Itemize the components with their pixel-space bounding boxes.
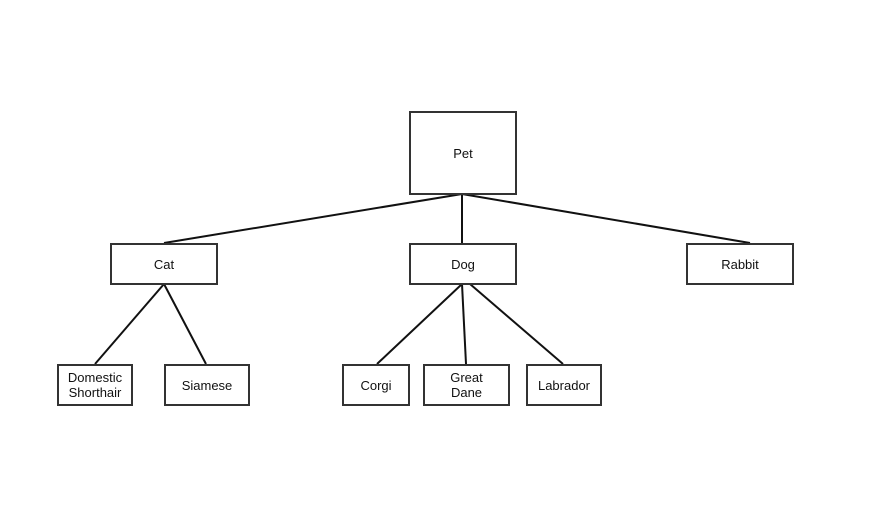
node-pet: Pet: [409, 111, 517, 195]
node-great-dane: Great Dane: [423, 364, 510, 406]
node-label: Domestic Shorthair: [67, 370, 123, 400]
node-cat: Cat: [110, 243, 218, 285]
node-dog: Dog: [409, 243, 517, 285]
node-rabbit: Rabbit: [686, 243, 794, 285]
node-domestic-shorthair: Domestic Shorthair: [57, 364, 133, 406]
edge-dog-labrador: [469, 283, 564, 365]
edge-dog-corgi: [376, 283, 463, 365]
node-label: Cat: [153, 256, 175, 272]
node-label: Pet: [453, 145, 473, 161]
edge-pet-cat: [163, 193, 463, 244]
edge-cat-domestic-shorthair: [94, 283, 165, 365]
node-corgi: Corgi: [342, 364, 410, 406]
node-siamese: Siamese: [164, 364, 250, 406]
node-label: Great Dane: [450, 370, 483, 400]
node-label: Labrador: [537, 377, 591, 393]
edge-dog-great-dane: [461, 283, 467, 365]
edge-cat-siamese: [163, 283, 207, 365]
node-label: Siamese: [181, 377, 233, 393]
edge-pet-rabbit: [461, 193, 751, 244]
node-labrador: Labrador: [526, 364, 602, 406]
node-label: Rabbit: [721, 256, 759, 272]
node-label: Dog: [451, 256, 475, 272]
node-label: Corgi: [360, 377, 392, 393]
